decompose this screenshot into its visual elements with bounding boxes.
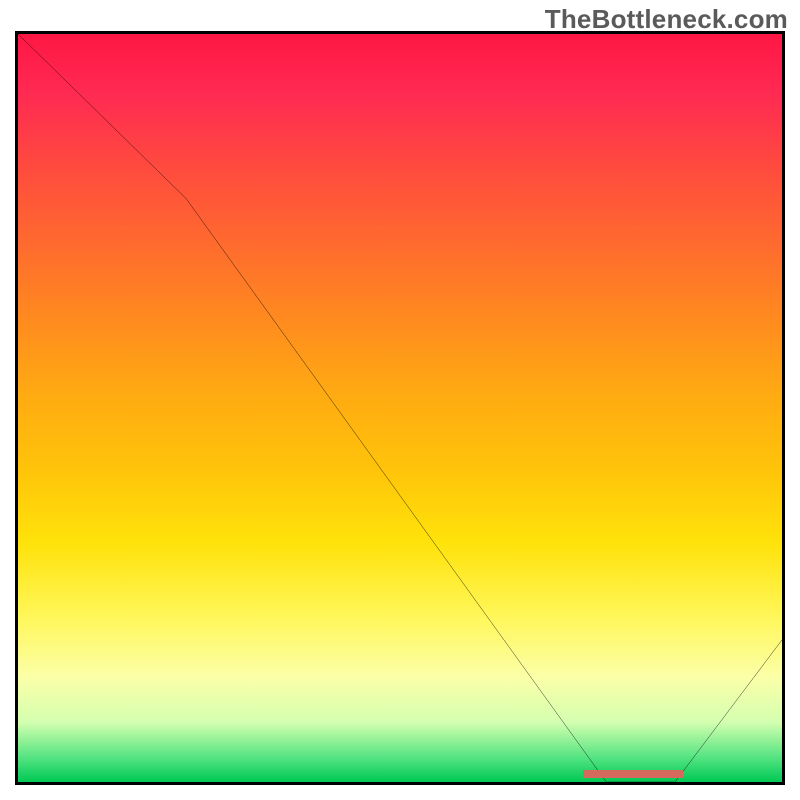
watermark-text: TheBottleneck.com [545,4,788,35]
chart-area [18,34,782,782]
bottleneck-curve [18,34,782,782]
chart-frame [15,31,785,785]
target-range-marker [583,770,682,778]
